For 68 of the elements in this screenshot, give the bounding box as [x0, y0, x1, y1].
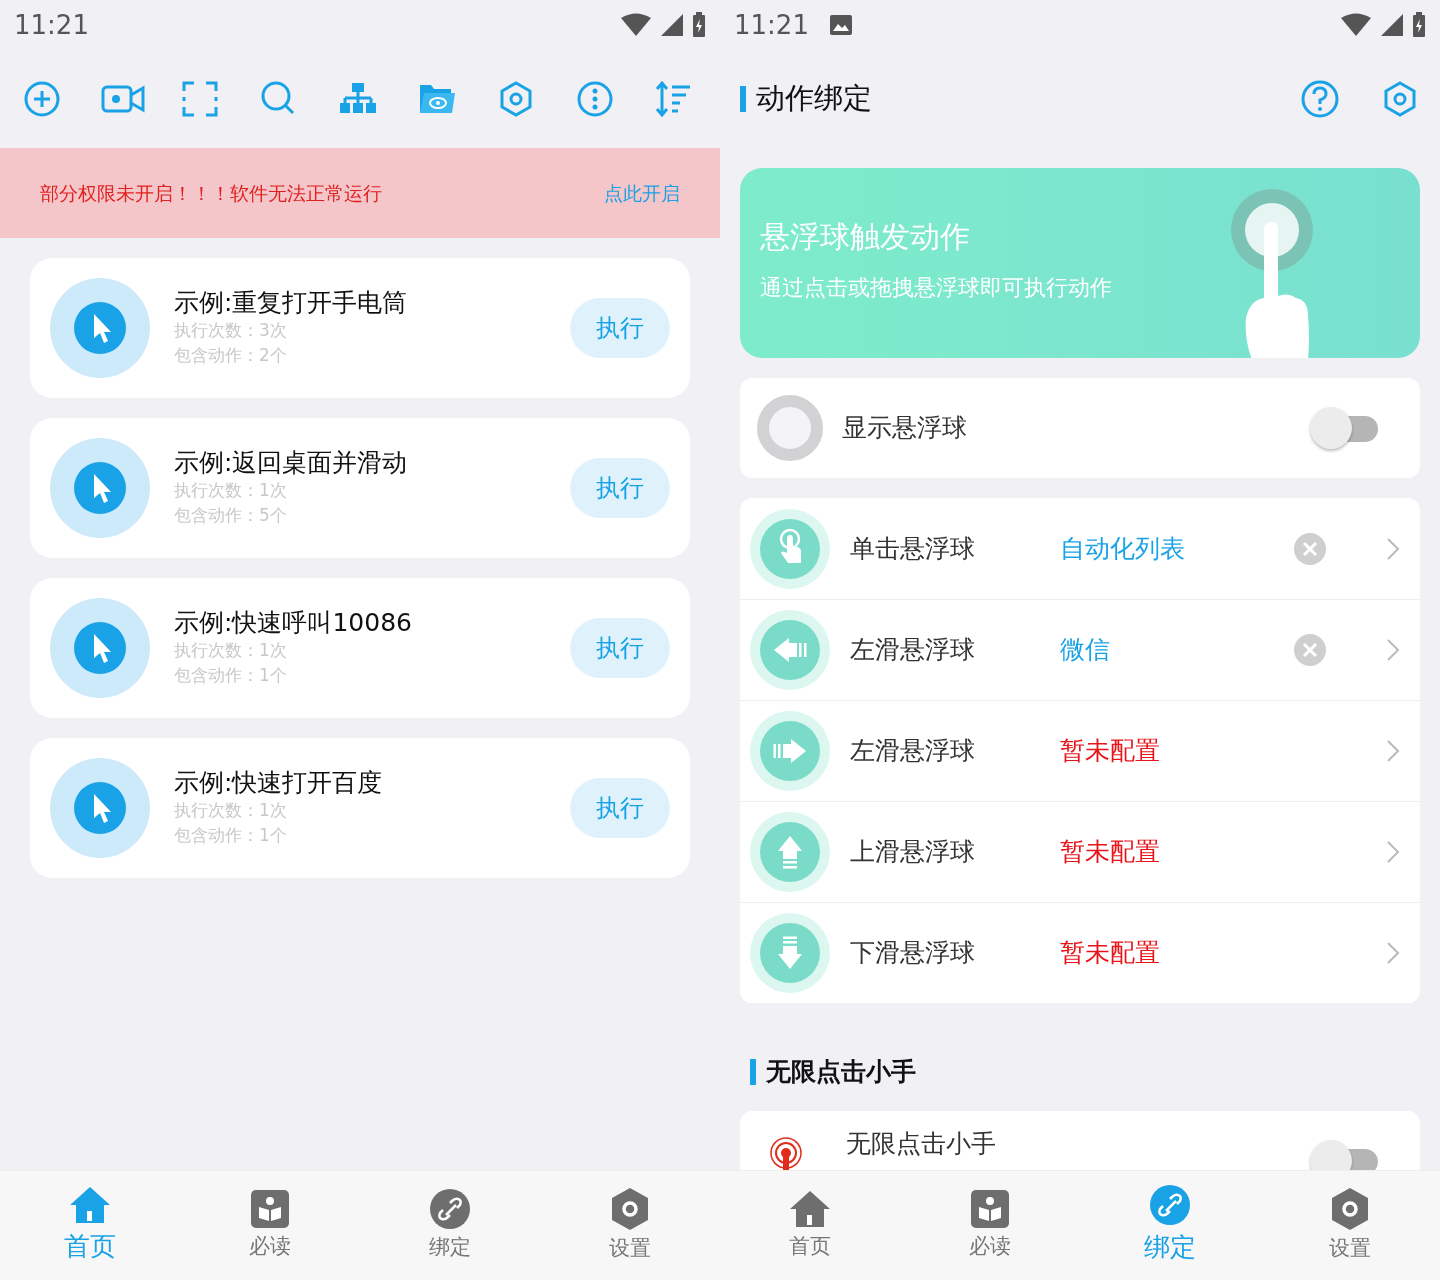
run-button[interactable]: 执行	[570, 618, 670, 678]
accent-bar	[750, 1058, 756, 1085]
run-button[interactable]: 执行	[570, 778, 670, 838]
banner-title: 悬浮球触发动作	[760, 218, 971, 256]
signal-icon	[1380, 13, 1404, 37]
nav-tab[interactable]: 设置	[1260, 1171, 1440, 1280]
bound-action: 暂未配置	[1060, 836, 1161, 869]
gesture-label: 上滑悬浮球	[850, 836, 976, 869]
settings-icon	[1330, 1186, 1370, 1231]
book-icon	[970, 1188, 1010, 1229]
bound-action: 暂未配置	[1060, 735, 1161, 768]
image-icon	[828, 14, 853, 36]
page-title: 动作绑定	[756, 80, 873, 118]
chevron-right-icon[interactable]	[1386, 638, 1400, 662]
clear-icon[interactable]	[1294, 532, 1326, 565]
section-title: 无限点击小手	[766, 1056, 916, 1088]
warning-text: 部分权限未开启！！！软件无法正常运行	[40, 180, 382, 206]
gesture-label: 左滑悬浮球	[850, 735, 976, 768]
home-icon	[68, 1185, 112, 1225]
help-icon[interactable]	[1300, 79, 1340, 119]
nav-tab[interactable]: 绑定	[360, 1171, 540, 1280]
cursor-icon	[74, 622, 126, 674]
settings-icon	[610, 1186, 650, 1231]
wifi-icon	[1340, 13, 1372, 37]
chevron-right-icon[interactable]	[1386, 840, 1400, 864]
nav-tab[interactable]: 首页	[720, 1171, 900, 1280]
setting-label: 显示悬浮球	[842, 412, 968, 445]
run-button[interactable]: 执行	[570, 298, 670, 358]
nav-tab[interactable]: 首页	[0, 1171, 180, 1280]
battery-icon	[1412, 12, 1426, 38]
link-icon	[1149, 1184, 1191, 1226]
chevron-right-icon[interactable]	[1386, 941, 1400, 965]
setting-label: 无限点击小手	[846, 1127, 997, 1160]
status-time: 11:21	[734, 8, 809, 42]
battery-icon	[692, 12, 706, 38]
nav-tab[interactable]: 必读	[900, 1171, 1080, 1280]
tap-icon	[750, 508, 830, 589]
bound-action: 自动化列表	[1060, 532, 1186, 565]
chevron-right-icon[interactable]	[1386, 739, 1400, 763]
bound-action: 微信	[1060, 634, 1111, 667]
gesture-label: 下滑悬浮球	[850, 937, 976, 970]
nav-tab[interactable]: 必读	[180, 1171, 360, 1280]
book-icon	[250, 1188, 290, 1229]
task-title: 示例:快速呼叫10086	[174, 608, 413, 639]
bound-action: 暂未配置	[1060, 937, 1161, 970]
task-title: 示例:快速打开百度	[174, 768, 384, 799]
clear-icon[interactable]	[1294, 634, 1326, 666]
task-title: 示例:重复打开手电筒	[174, 288, 409, 319]
enable-link[interactable]: 点此开启	[604, 178, 680, 208]
home-icon	[788, 1188, 832, 1229]
nav-tab[interactable]: 设置	[540, 1171, 720, 1280]
link-icon	[429, 1187, 471, 1230]
accent-bar	[740, 86, 746, 112]
gesture-label: 单击悬浮球	[850, 532, 976, 565]
gesture-label: 左滑悬浮球	[850, 634, 976, 667]
cursor-icon	[74, 462, 126, 514]
status-time: 11:21	[14, 8, 89, 42]
cursor-icon	[74, 782, 126, 834]
task-title: 示例:返回桌面并滑动	[174, 448, 409, 479]
run-button[interactable]: 执行	[570, 458, 670, 518]
wifi-icon	[620, 13, 652, 37]
toggle-switch[interactable]	[1310, 406, 1380, 450]
cursor-icon	[74, 302, 126, 354]
banner-subtitle: 通过点击或拖拽悬浮球即可执行动作	[760, 274, 1113, 302]
nav-tab[interactable]: 绑定	[1080, 1171, 1260, 1280]
ring-icon	[756, 394, 824, 462]
signal-icon	[660, 13, 684, 37]
chevron-right-icon[interactable]	[1386, 536, 1400, 561]
